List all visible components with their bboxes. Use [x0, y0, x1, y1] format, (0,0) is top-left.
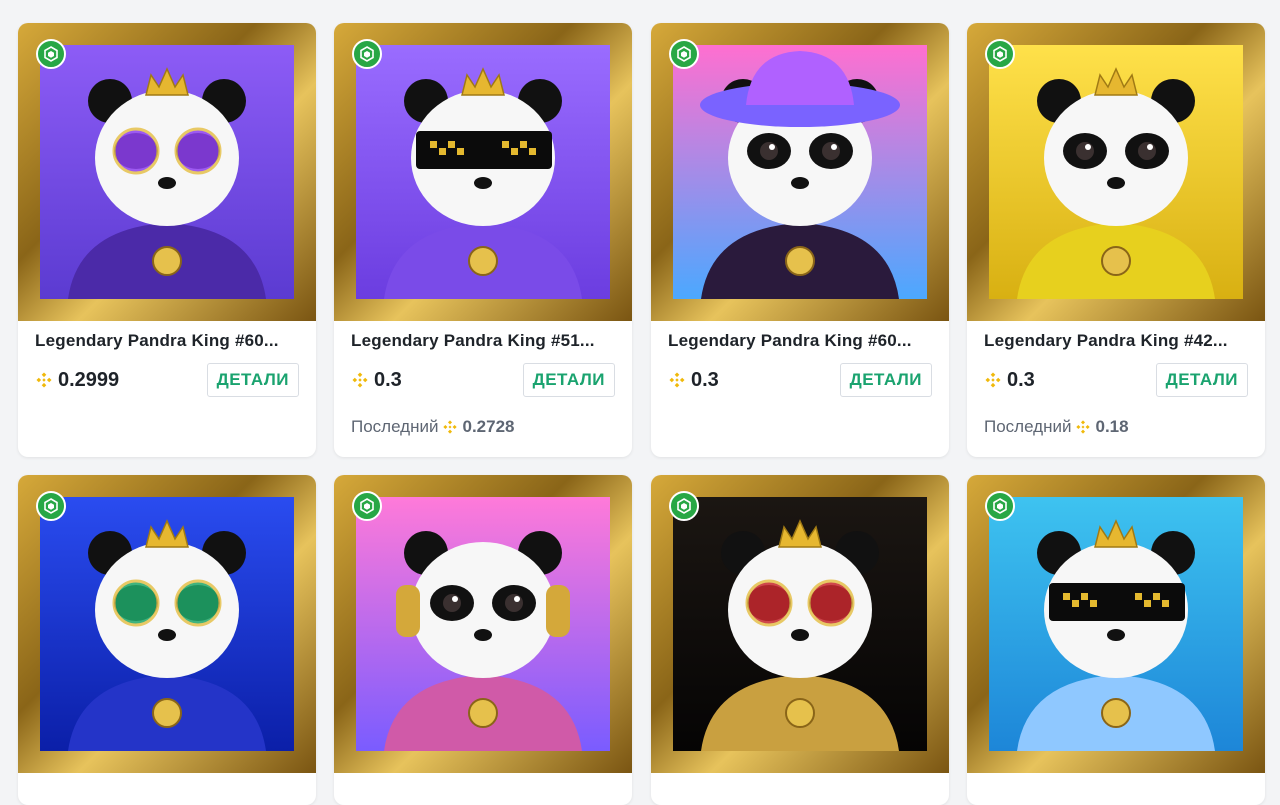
chain-badge-icon — [36, 491, 66, 521]
nft-artwork[interactable] — [334, 23, 632, 321]
nft-title[interactable]: Legendary Pandra King #42... — [984, 331, 1248, 351]
bnb-coin-icon — [36, 372, 52, 388]
nft-price: 0.2999 — [35, 369, 119, 392]
nft-artwork[interactable] — [334, 475, 632, 773]
bnb-coin-icon — [985, 372, 1001, 388]
price-value: 0.3 — [1007, 368, 1035, 391]
nft-artwork[interactable] — [18, 23, 316, 321]
nft-artwork[interactable] — [18, 475, 316, 773]
price-value: 0.3 — [374, 368, 402, 391]
nft-card[interactable] — [651, 475, 949, 805]
panda-artwork-image — [356, 497, 610, 751]
details-button[interactable]: ДЕТАЛИ — [522, 363, 615, 397]
chain-badge-icon — [36, 39, 66, 69]
nft-card[interactable] — [967, 475, 1265, 805]
last-sale-label: Последний — [984, 417, 1072, 436]
chain-badge-icon — [669, 491, 699, 521]
bnb-coin-icon — [669, 372, 685, 388]
nft-artwork[interactable] — [967, 475, 1265, 773]
nft-grid: Legendary Pandra King #60... 0.2999 ДЕТА… — [0, 0, 1280, 805]
chain-badge-icon — [669, 39, 699, 69]
panda-artwork-image — [989, 497, 1243, 751]
last-sale-value: 0.2728 — [462, 417, 515, 436]
details-button[interactable]: ДЕТАЛИ — [1155, 363, 1248, 397]
last-sale-value: 0.18 — [1095, 417, 1129, 436]
nft-price: 0.3 — [984, 369, 1035, 392]
panda-artwork-image — [673, 497, 927, 751]
panda-artwork-image — [356, 45, 610, 299]
chain-badge-icon — [352, 39, 382, 69]
nft-price: 0.3 — [668, 369, 719, 392]
price-value: 0.3 — [691, 368, 719, 391]
nft-artwork[interactable] — [651, 23, 949, 321]
chain-badge-icon — [985, 491, 1015, 521]
last-sale-label: Последний — [351, 417, 439, 436]
nft-card[interactable]: Legendary Pandra King #60... 0.2999 ДЕТА… — [18, 23, 316, 457]
panda-artwork-image — [673, 45, 927, 299]
last-sale: Последний 0.18 — [984, 417, 1248, 437]
nft-title[interactable]: Legendary Pandra King #51... — [351, 331, 615, 351]
nft-card[interactable]: Legendary Pandra King #42... 0.3 ДЕТАЛИ … — [967, 23, 1265, 457]
nft-title[interactable]: Legendary Pandra King #60... — [668, 331, 932, 351]
nft-card[interactable] — [18, 475, 316, 805]
chain-badge-icon — [352, 491, 382, 521]
nft-price: 0.3 — [351, 369, 402, 392]
details-button[interactable]: ДЕТАЛИ — [839, 363, 932, 397]
nft-card[interactable] — [334, 475, 632, 805]
nft-card[interactable]: Legendary Pandra King #51... 0.3 ДЕТАЛИ … — [334, 23, 632, 457]
bnb-coin-icon — [352, 372, 368, 388]
chain-badge-icon — [985, 39, 1015, 69]
panda-artwork-image — [40, 45, 294, 299]
price-value: 0.2999 — [58, 368, 120, 391]
nft-title[interactable]: Legendary Pandra King #60... — [35, 331, 299, 351]
panda-artwork-image — [989, 45, 1243, 299]
nft-artwork[interactable] — [967, 23, 1265, 321]
panda-artwork-image — [40, 497, 294, 751]
nft-artwork[interactable] — [651, 475, 949, 773]
details-button[interactable]: ДЕТАЛИ — [206, 363, 299, 397]
nft-card[interactable]: Legendary Pandra King #60... 0.3 ДЕТАЛИ — [651, 23, 949, 457]
bnb-coin-icon — [443, 420, 458, 434]
last-sale: Последний 0.2728 — [351, 417, 615, 437]
bnb-coin-icon — [1076, 420, 1091, 434]
